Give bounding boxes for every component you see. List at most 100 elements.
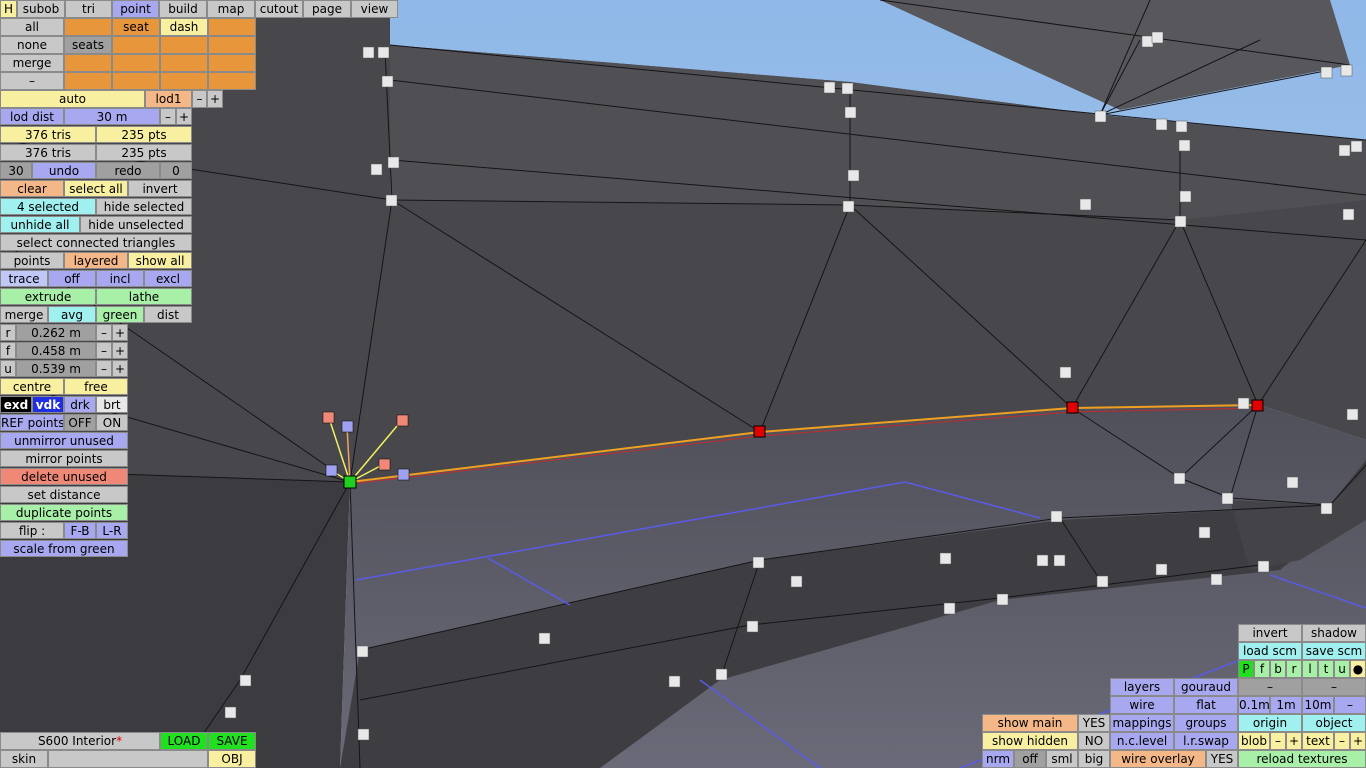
vertex-point[interactable] [668,675,681,688]
vertex-point[interactable] [1286,476,1299,489]
scale-from-green-button[interactable]: scale from green [0,540,128,557]
tab-point[interactable]: point [112,0,159,18]
group-minus-button[interactable]: – [0,72,64,90]
hide-selected-button[interactable]: hide selected [96,198,192,215]
tab-map[interactable]: map [207,0,255,18]
ref-off-button[interactable]: OFF [64,414,96,431]
group-cell[interactable] [64,54,112,72]
wire-button[interactable]: wire [1110,696,1174,714]
coord-u-minus[interactable]: – [96,360,112,377]
channel-p-button[interactable]: P [1238,660,1254,678]
lod-dist-plus[interactable]: + [176,108,192,125]
display-vdk-button[interactable]: vdk [32,396,64,413]
coord-value-f[interactable]: 0.458 m [16,342,96,359]
vertex-point[interactable] [823,81,836,94]
unhide-all-button[interactable]: unhide all [0,216,80,233]
tab-h[interactable]: H [0,0,17,18]
render-minus-button-1[interactable]: – [1238,678,1302,696]
undo-button[interactable]: undo [32,162,96,179]
mirror-points-button[interactable]: mirror points [0,450,128,467]
wire-overlay-yes[interactable]: YES [1206,750,1238,768]
vertex-point[interactable] [377,46,390,59]
show-hidden-no[interactable]: NO [1078,732,1110,750]
group-cell[interactable] [64,72,112,90]
lr-swap-button[interactable]: l.r.swap [1174,732,1238,750]
tab-build[interactable]: build [159,0,207,18]
group-seat-button[interactable]: seat [112,18,160,36]
vertex-point[interactable] [1174,215,1187,228]
show-hidden-button[interactable]: show hidden [982,732,1078,750]
grid-minus-button[interactable]: – [1334,696,1366,714]
delete-unused-button[interactable]: delete unused [0,468,128,485]
show-main-button[interactable]: show main [982,714,1078,732]
origin-button[interactable]: origin [1238,714,1302,732]
file-name[interactable]: S600 Interior* [0,732,160,750]
vertex-point[interactable] [1210,573,1223,586]
skin-field[interactable] [48,750,208,768]
vertex-point[interactable] [1342,208,1355,221]
vertex-point[interactable] [1175,120,1188,133]
vertex-point[interactable] [387,156,400,169]
vertex-point[interactable] [1053,554,1066,567]
grid-01m-button[interactable]: 0.1m [1238,696,1270,714]
invert-render-button[interactable]: invert [1238,624,1302,642]
group-cell[interactable] [208,54,256,72]
layers-button[interactable]: layers [1110,678,1174,696]
channel-b-button[interactable]: b [1270,660,1286,678]
channel-r-button[interactable]: r [1286,660,1302,678]
select-all-button[interactable]: all [0,18,64,36]
vertex-point[interactable] [357,728,370,741]
vertex-point[interactable] [1155,563,1168,576]
mappings-button[interactable]: mappings [1110,714,1174,732]
group-cell[interactable] [112,72,160,90]
tab-view[interactable]: view [351,0,398,18]
save-button[interactable]: SAVE [208,732,256,750]
vertex-point[interactable] [1036,554,1049,567]
vertex-point[interactable] [1221,492,1234,505]
shadow-button[interactable]: shadow [1302,624,1366,642]
group-cell[interactable] [160,54,208,72]
vertex-point[interactable] [1096,575,1109,588]
vertex-point[interactable] [381,75,394,88]
blob-plus-button[interactable]: + [1286,732,1302,750]
display-exd-button[interactable]: exd [0,396,32,413]
vertex-point[interactable] [1079,198,1092,211]
save-scm-button[interactable]: save scm [1302,642,1366,660]
vertex-point[interactable] [370,163,383,176]
vertex-point[interactable] [362,46,375,59]
selected-vertex[interactable] [1066,401,1079,414]
group-cell[interactable] [64,18,112,36]
vertex-point[interactable] [1178,139,1191,152]
vertex-point[interactable] [842,200,855,213]
group-cell[interactable] [112,54,160,72]
flat-button[interactable]: flat [1174,696,1238,714]
duplicate-points-button[interactable]: duplicate points [0,504,128,521]
vertex-point[interactable] [790,575,803,588]
vertex-point[interactable] [1173,472,1186,485]
merge-dist-button[interactable]: dist [144,306,192,323]
grid-1m-button[interactable]: 1m [1270,696,1302,714]
channel-u-button[interactable]: u [1334,660,1350,678]
nc-level-button[interactable]: n.c.level [1110,732,1174,750]
select-none-button[interactable]: none [0,36,64,54]
vertex-point[interactable] [1320,502,1333,515]
tab-subob[interactable]: subob [17,0,65,18]
green-pivot-vertex[interactable] [343,475,357,489]
vertex-point[interactable] [1340,64,1353,77]
group-dash-button[interactable]: dash [160,18,208,36]
vertex-point[interactable] [1094,110,1107,123]
merge-groups-button[interactable]: merge [0,54,64,72]
select-all-points-button[interactable]: select all [64,180,128,197]
trace-off-button[interactable]: off [48,270,96,287]
vertex-point[interactable] [943,602,956,615]
pivot-centre-button[interactable]: centre [0,378,64,395]
selected-vertex[interactable] [1251,399,1264,412]
channel-dot-button[interactable]: ● [1350,660,1366,678]
normals-off-button[interactable]: off [1014,750,1046,768]
show-all-button[interactable]: show all [128,252,192,269]
coord-r-plus[interactable]: + [112,324,128,341]
lod-dist-minus[interactable]: – [160,108,176,125]
vertex-point[interactable] [1179,190,1192,203]
set-distance-button[interactable]: set distance [0,486,128,503]
vertex-point[interactable] [1059,366,1072,379]
